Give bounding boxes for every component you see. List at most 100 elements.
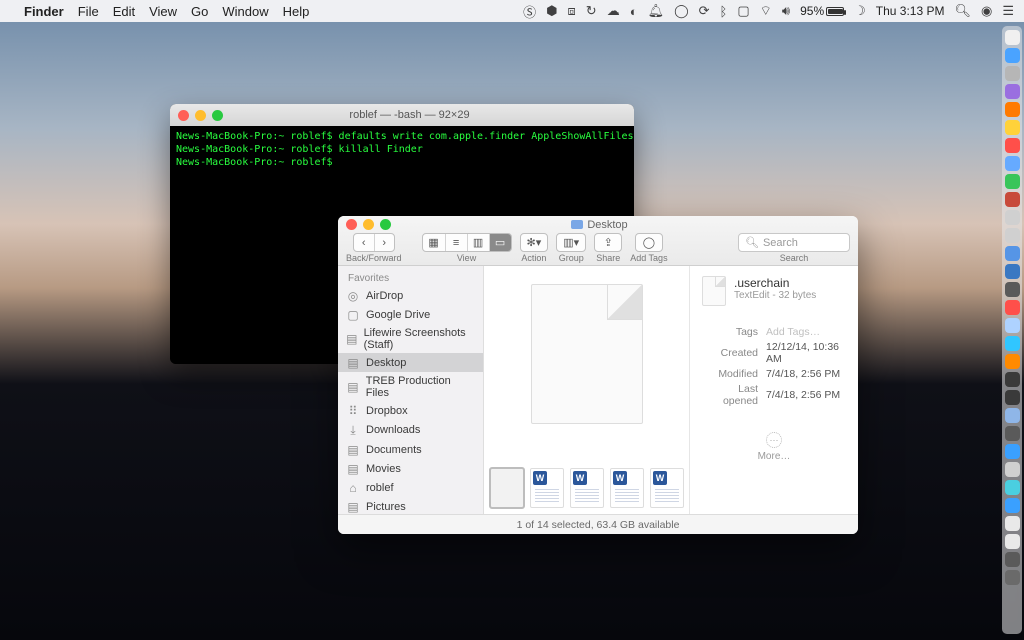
dock-item[interactable]	[1005, 390, 1020, 405]
thumb-word-doc[interactable]	[650, 468, 684, 508]
group-button[interactable]: ▥▾	[556, 233, 586, 252]
dock-item[interactable]	[1005, 192, 1020, 207]
spotlight-icon[interactable]: 🔍︎	[954, 3, 971, 19]
menu-edit[interactable]: Edit	[113, 4, 135, 19]
dock-item[interactable]	[1005, 48, 1020, 63]
dock-item[interactable]	[1005, 228, 1020, 243]
dock-item[interactable]	[1005, 138, 1020, 153]
zoom-button[interactable]	[380, 219, 391, 230]
airplay-icon[interactable]: ▢	[737, 3, 749, 19]
dock-item[interactable]	[1005, 372, 1020, 387]
view-icon-columns[interactable]: ▥	[467, 234, 489, 251]
user-icon[interactable]: ◯	[674, 3, 689, 19]
minimize-button[interactable]	[195, 110, 206, 121]
dock-item[interactable]	[1005, 66, 1020, 81]
finder-window[interactable]: Desktop ‹ › Back/Forward ▦ ≡ ▥ ▭ View	[338, 216, 858, 534]
menu-go[interactable]: Go	[191, 4, 208, 19]
sidebar-item-airdrop[interactable]: ◎AirDrop	[338, 286, 483, 305]
dock-item[interactable]	[1005, 300, 1020, 315]
sidebar-item-documents[interactable]: ▤Documents	[338, 440, 483, 459]
sidebar-item-movies[interactable]: ▤Movies	[338, 459, 483, 478]
sidebar-item-lifewire-screenshots-staff-[interactable]: ▤Lifewire Screenshots (Staff)	[338, 324, 483, 353]
dock-item[interactable]	[1005, 30, 1020, 45]
dock-item[interactable]	[1005, 210, 1020, 225]
dock-item[interactable]	[1005, 426, 1020, 441]
skype-icon[interactable]: Ⓢ	[523, 2, 536, 21]
dock-item[interactable]	[1005, 462, 1020, 477]
dock-item[interactable]	[1005, 156, 1020, 171]
thumb-word-doc[interactable]	[610, 468, 644, 508]
sync-icon[interactable]: ⟳	[699, 3, 710, 19]
close-button[interactable]	[178, 110, 189, 121]
close-button[interactable]	[346, 219, 357, 230]
bell-icon[interactable]: 🔔︎	[648, 3, 665, 19]
dock-item[interactable]	[1005, 84, 1020, 99]
status-icon[interactable]: ⬢	[546, 3, 557, 19]
cloud-icon[interactable]: ☁	[607, 3, 620, 19]
share-button[interactable]: ⇪	[594, 233, 622, 252]
dock-item[interactable]	[1005, 498, 1020, 513]
cc-icon[interactable]: ◐	[630, 4, 638, 19]
dock-item[interactable]	[1005, 534, 1020, 549]
volume-icon[interactable]: 🔊︎	[782, 3, 790, 19]
minimize-button[interactable]	[363, 219, 374, 230]
dock-item[interactable]	[1005, 552, 1020, 567]
dock-item[interactable]	[1005, 516, 1020, 531]
battery-status[interactable]: 95%	[800, 4, 844, 18]
sidebar-item-treb-production-files[interactable]: ▤TREB Production Files	[338, 372, 483, 401]
preview-page-icon	[531, 284, 643, 424]
view-icon-gallery[interactable]: ▭	[489, 234, 511, 251]
action-label: Action	[521, 253, 546, 263]
dock-item[interactable]	[1005, 282, 1020, 297]
dock-item[interactable]	[1005, 102, 1020, 117]
more-button[interactable]: More…	[702, 432, 846, 462]
tags-value[interactable]: Add Tags…	[762, 324, 846, 339]
dock-item[interactable]	[1005, 318, 1020, 333]
menu-file[interactable]: File	[78, 4, 99, 19]
backup-icon[interactable]: ↻	[586, 3, 597, 19]
terminal-titlebar[interactable]: roblef — -bash — 92×29	[170, 104, 634, 126]
dock-item[interactable]	[1005, 246, 1020, 261]
dock-item[interactable]	[1005, 444, 1020, 459]
dock-item[interactable]	[1005, 120, 1020, 135]
dock-item[interactable]	[1005, 264, 1020, 279]
thumb-word-doc[interactable]	[570, 468, 604, 508]
sidebar-item-dropbox[interactable]: ⠿Dropbox	[338, 401, 483, 420]
action-button[interactable]: ✻▾	[520, 233, 549, 252]
dock-item[interactable]	[1005, 408, 1020, 423]
menu-window[interactable]: Window	[222, 4, 268, 19]
dnd-icon[interactable]: ☽	[854, 3, 866, 19]
sidebar-item-roblef[interactable]: ⌂roblef	[338, 478, 483, 497]
dock-item[interactable]	[1005, 174, 1020, 189]
dock-item[interactable]	[1005, 354, 1020, 369]
dock-item[interactable]	[1005, 570, 1020, 585]
view-icon-grid[interactable]: ▦	[423, 234, 445, 251]
sidebar-item-google-drive[interactable]: ▢Google Drive	[338, 305, 483, 324]
gallery-thumbs[interactable]	[484, 462, 689, 514]
search-input[interactable]: 🔍︎ Search	[738, 233, 850, 252]
view-icon-list[interactable]: ≡	[445, 234, 467, 251]
forward-button[interactable]: ›	[374, 234, 394, 251]
view-switcher[interactable]: ▦ ≡ ▥ ▭	[422, 233, 512, 252]
sidebar-item-pictures[interactable]: ▤Pictures	[338, 497, 483, 514]
notification-center-icon[interactable]: ☰	[1002, 3, 1014, 19]
sidebar-item-icon: ▤	[346, 380, 360, 394]
back-button[interactable]: ‹	[354, 234, 374, 251]
bluetooth-icon[interactable]: ᛒ	[720, 4, 728, 19]
sidebar-item-downloads[interactable]: ⤓Downloads	[338, 420, 483, 440]
dock-item[interactable]	[1005, 336, 1020, 351]
thumb-selected[interactable]	[490, 468, 524, 508]
menu-view[interactable]: View	[149, 4, 177, 19]
menu-help[interactable]: Help	[283, 4, 310, 19]
sidebar-item-desktop[interactable]: ▤Desktop	[338, 353, 483, 372]
thumb-word-doc[interactable]	[530, 468, 564, 508]
app-name[interactable]: Finder	[24, 4, 64, 19]
dock-item[interactable]	[1005, 480, 1020, 495]
siri-icon[interactable]: ◉	[981, 3, 992, 19]
wifi-icon[interactable]: ⌔	[760, 3, 772, 19]
dropbox-icon[interactable]: ⧈	[568, 3, 576, 19]
zoom-button[interactable]	[212, 110, 223, 121]
add-tags-button[interactable]: ◯	[635, 233, 663, 252]
nav-back-forward[interactable]: ‹ ›	[353, 233, 395, 252]
menubar-clock[interactable]: Thu 3:13 PM	[876, 4, 945, 18]
